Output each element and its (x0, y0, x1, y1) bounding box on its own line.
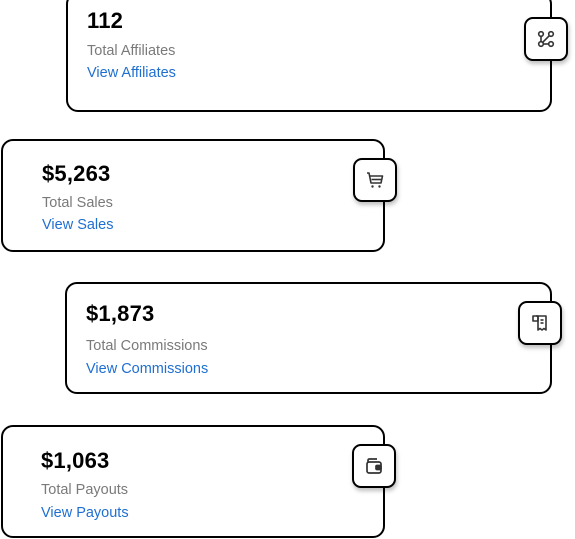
view-sales-link[interactable]: View Sales (42, 217, 113, 233)
stat-value: $1,063 (41, 448, 110, 473)
payouts-icon-button[interactable] (352, 444, 396, 488)
stat-card-commissions: $1,873 Total Commissions View Commission… (65, 282, 552, 394)
stat-card-affiliates: 112 Total Affiliates View Affiliates (66, 0, 552, 112)
stat-card-payouts: $1,063 Total Payouts View Payouts (1, 425, 385, 538)
stat-value: $1,873 (86, 301, 155, 326)
shopping-cart-icon (367, 172, 384, 188)
stat-value: $5,263 (42, 161, 111, 186)
affiliates-icon-button[interactable] (524, 17, 568, 61)
commissions-icon-button[interactable] (518, 301, 562, 345)
view-commissions-link[interactable]: View Commissions (86, 361, 208, 377)
view-payouts-link[interactable]: View Payouts (41, 505, 129, 521)
wallet-icon (366, 458, 382, 474)
stat-label: Total Sales (42, 195, 113, 211)
sales-icon-button[interactable] (353, 158, 397, 202)
stat-card-sales: $5,263 Total Sales View Sales (1, 139, 385, 252)
stat-value: 112 (87, 8, 124, 33)
view-affiliates-link[interactable]: View Affiliates (87, 65, 176, 81)
receipt-icon (532, 315, 547, 331)
stat-label: Total Affiliates (87, 43, 176, 59)
stat-label: Total Commissions (86, 338, 208, 354)
affiliate-network-icon (537, 30, 555, 48)
stat-label: Total Payouts (41, 482, 129, 498)
